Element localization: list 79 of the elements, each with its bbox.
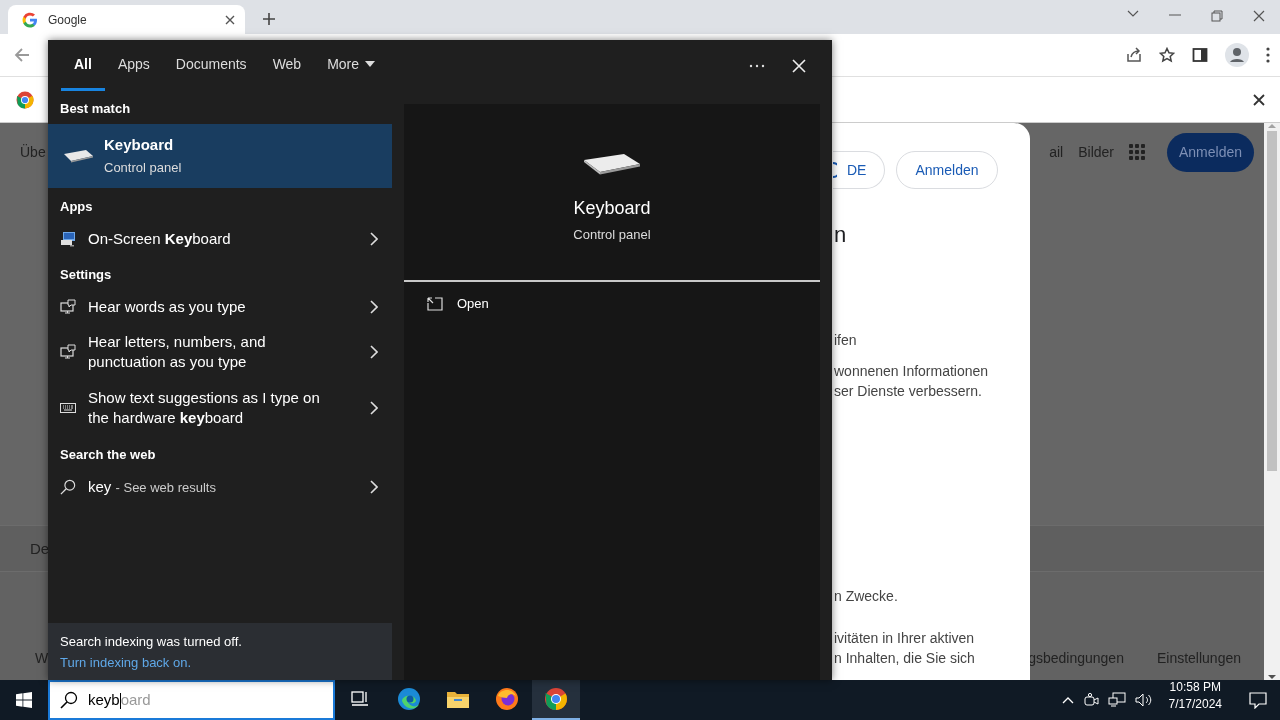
apps-grid-icon[interactable]	[1129, 144, 1145, 160]
search-result[interactable]: key - See web results	[48, 470, 392, 504]
star-icon[interactable]	[1159, 47, 1175, 63]
filter-tab[interactable]: Documents	[162, 40, 260, 91]
search-result[interactable]: Hear letters, numbers, and punctuation as you type	[48, 326, 392, 378]
chevron-right-icon	[370, 345, 378, 359]
dialog-paragraph: ifen	[834, 331, 858, 350]
browser-tab[interactable]: Google	[8, 5, 245, 34]
page-text: Übe	[20, 144, 46, 160]
chevron-right-icon	[370, 480, 378, 494]
plus-icon[interactable]	[263, 13, 275, 25]
task-view-icon[interactable]	[351, 691, 369, 707]
section-heading: Best match	[59, 99, 132, 118]
share-icon[interactable]	[1126, 47, 1142, 63]
more-dots-icon	[749, 64, 765, 68]
monitor-speech-icon	[60, 299, 76, 315]
notification-icon[interactable]	[1249, 691, 1267, 709]
keyboard-icon	[60, 402, 76, 414]
chevron-right-icon	[370, 401, 378, 415]
tab-title: Google	[48, 12, 88, 27]
side-panel-icon[interactable]	[1192, 47, 1208, 63]
open-window-icon	[427, 296, 443, 311]
preview-title: Keyboard	[573, 198, 651, 219]
chrome-logo-icon	[16, 90, 34, 109]
search-icon	[60, 478, 76, 496]
folder-icon[interactable]	[446, 689, 470, 709]
filter-tab[interactable]: All	[61, 40, 105, 91]
chevron-up-icon[interactable]	[1061, 696, 1074, 704]
open-action[interactable]: Open	[404, 282, 820, 311]
language-button[interactable]: DE	[833, 151, 886, 189]
search-icon	[60, 691, 78, 709]
indexing-notice: Search indexing was turned off.	[60, 633, 243, 649]
dialog-paragraph: wonnenen Informationen ser Dienste verbessern.	[834, 362, 990, 401]
monitor-keyboard-icon	[60, 231, 76, 247]
meet-now-icon[interactable]	[1082, 692, 1099, 708]
dialog-paragraph: ivitäten in Ihrer aktiven n Inhalten, die Sie sich	[834, 629, 976, 668]
chevron-down-icon[interactable]	[1127, 10, 1139, 18]
section-heading: Settings	[59, 265, 113, 284]
search-result[interactable]: Keyboard Control panel	[48, 124, 392, 188]
sign-in-button[interactable]: Anmelden	[896, 151, 998, 189]
filter-tab[interactable]: Apps	[104, 40, 163, 91]
close-icon	[792, 59, 806, 73]
taskbar-app[interactable]	[532, 680, 580, 720]
close-icon[interactable]	[225, 14, 235, 25]
filter-tab[interactable]: More	[314, 40, 389, 91]
caret-down-icon	[365, 61, 376, 67]
firefox-icon[interactable]	[495, 687, 519, 711]
keyboard-icon	[62, 148, 94, 164]
chrome-icon[interactable]	[544, 687, 568, 711]
windows-logo-icon	[16, 692, 32, 708]
scrollbar[interactable]	[1264, 123, 1280, 680]
back-arrow-icon[interactable]	[14, 47, 30, 63]
restore-icon[interactable]	[1211, 10, 1223, 22]
search-result[interactable]: Show text suggestions as I type on the hardware keyboard	[48, 382, 392, 434]
monitor-speech-icon	[60, 344, 76, 360]
close-icon[interactable]	[1253, 10, 1265, 22]
keyboard-icon	[582, 152, 642, 176]
chevron-right-icon	[370, 300, 378, 314]
search-field[interactable]: keyboard	[48, 680, 335, 720]
section-heading: Apps	[59, 197, 94, 216]
sign-in-button[interactable]: Anmelden	[1167, 132, 1254, 172]
dialog-paragraph: n Zwecke.	[834, 587, 899, 606]
close-icon[interactable]	[1253, 93, 1265, 106]
profile-icon[interactable]	[1225, 43, 1249, 67]
search-result[interactable]: On-Screen Keyboard	[48, 222, 392, 256]
indexing-link[interactable]: Turn indexing back on.	[60, 654, 392, 670]
volume-icon[interactable]	[1134, 692, 1153, 708]
footer-text: De	[30, 540, 50, 557]
dialog-heading: n	[834, 222, 848, 248]
section-heading: Search the web	[59, 445, 157, 464]
menu-dots-icon[interactable]	[1266, 47, 1270, 63]
search-result[interactable]: Hear words as you type	[48, 290, 392, 324]
network-icon[interactable]	[1107, 692, 1126, 708]
preview-subtitle: Control panel	[573, 227, 651, 242]
chevron-right-icon	[370, 232, 378, 246]
google-g-icon	[22, 11, 38, 28]
edge-icon[interactable]	[397, 687, 421, 711]
filter-tab[interactable]: Web	[259, 40, 315, 91]
clock[interactable]: 10:58 PM 7/17/2024	[1168, 680, 1222, 720]
